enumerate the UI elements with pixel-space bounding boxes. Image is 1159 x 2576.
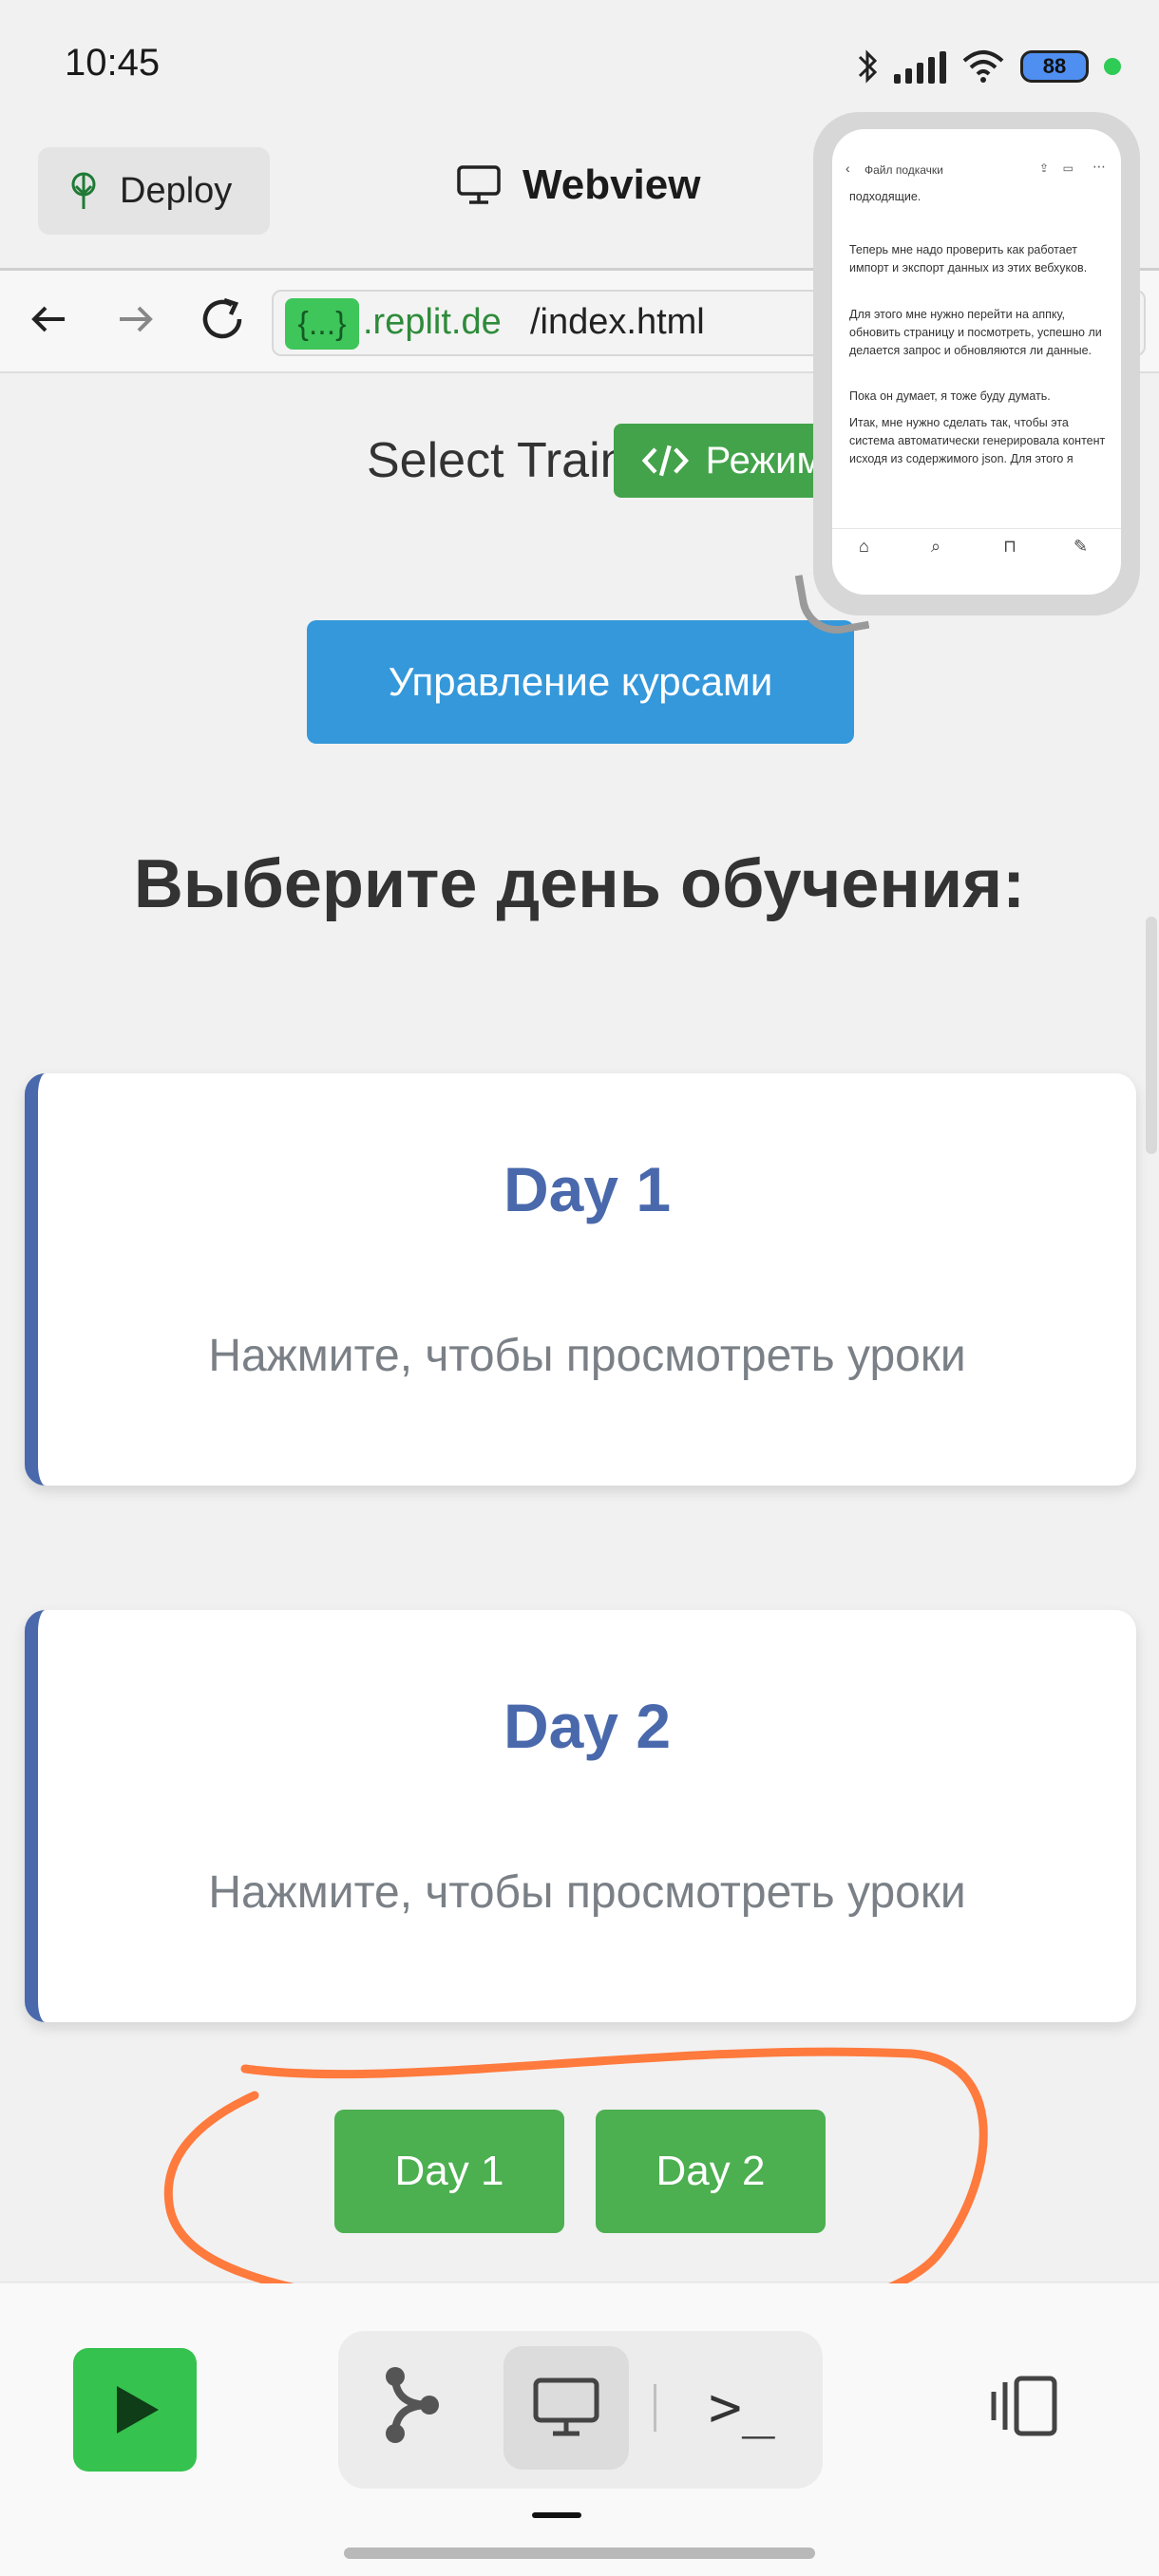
deploy-label: Deploy [120,170,233,211]
terminal-icon[interactable]: >_ [709,2375,775,2439]
search-icon[interactable]: ⌕ [931,537,940,557]
day-card-subtitle: Нажмите, чтобы просмотреть уроки [208,1331,966,1381]
monitor-icon [533,2377,599,2436]
code-icon [642,445,689,477]
forward-button[interactable] [112,296,158,347]
reload-button[interactable] [196,293,249,350]
inbox-icon[interactable]: ⊓ [1003,537,1016,557]
status-icons: 88 [856,46,1121,87]
run-button[interactable] [73,2348,197,2472]
webview-title-text: Webview [522,161,701,208]
reload-icon [202,297,242,339]
day-card-subtitle: Нажмите, чтобы просмотреть уроки [208,1867,966,1918]
url-domain: .replit.de [363,302,502,342]
mode-badge-button[interactable]: Режим [614,424,823,498]
edit-icon[interactable]: ✎ [1074,537,1088,557]
mini-window-title: Файл подкачки [864,163,943,177]
day-card-title: Day 1 [503,1154,672,1224]
signal-icon [894,49,946,84]
mini-text-line: подходящие. [849,190,922,203]
url-badge: {...} [285,298,359,350]
split-panel-icon[interactable] [988,2373,1060,2444]
wifi-icon [962,50,1004,83]
mini-back-icon[interactable]: ‹ [846,161,850,176]
day-card[interactable]: Day 2 Нажмите, чтобы просмотреть уроки [25,1610,1136,2022]
bluetooth-icon [858,49,878,84]
battery-icon: 88 [1020,50,1089,83]
floating-window-screen[interactable]: ‹ Файл подкачки ⇪ ▭ ⋯ подходящие. Теперь… [832,129,1121,595]
monitor-icon [457,165,501,204]
select-training-text: Select Train [367,433,628,488]
gesture-bar [344,2548,815,2559]
arrow-left-icon [31,306,65,332]
deploy-icon [71,172,96,209]
day-card[interactable]: Day 1 Нажмите, чтобы просмотреть уроки [25,1073,1136,1486]
mini-text-line: Итак, мне нужно сделать так, чтобы эта с… [849,416,1106,465]
status-time: 10:45 [65,42,161,84]
git-branch-icon[interactable] [382,2365,441,2452]
day-card-title: Day 2 [503,1691,672,1761]
more-icon[interactable]: ⋯ [1092,159,1106,175]
tab-indicator [532,2512,581,2518]
mini-topbar: ‹ Файл подкачки ⇪ ▭ ⋯ [832,156,1121,184]
share-icon[interactable]: ⇪ [1039,161,1049,175]
choose-day-heading: Выберите день обучения: [133,846,1026,922]
comment-icon[interactable]: ▭ [1063,161,1074,175]
webview-tab-title: Webview [456,161,700,209]
day-2-button[interactable]: Day 2 [596,2110,826,2233]
mini-text-line: Пока он думает, я тоже буду думать. [849,389,1051,403]
deploy-button[interactable]: Deploy [38,147,270,235]
privacy-indicator-dot [1104,58,1121,75]
home-icon[interactable]: ⌂ [859,537,869,557]
back-button[interactable] [27,296,72,347]
toolbar-separator [654,2384,656,2432]
scrollbar[interactable] [1146,917,1157,1154]
webview-tab-button[interactable] [504,2346,629,2470]
mini-text-line: Теперь мне надо проверить как работает и… [849,243,1088,275]
play-icon [117,2386,159,2434]
day-1-button[interactable]: Day 1 [334,2110,564,2233]
mini-navbar: ⌂ ⌕ ⊓ ✎ [832,528,1121,567]
mode-badge-label: Режим [705,439,823,482]
url-path: /index.html [530,302,705,342]
manage-courses-button[interactable]: Управление курсами [307,620,854,744]
mini-text-line: Для этого мне нужно перейти на аппку, об… [849,308,1102,357]
arrow-right-icon [120,306,153,332]
